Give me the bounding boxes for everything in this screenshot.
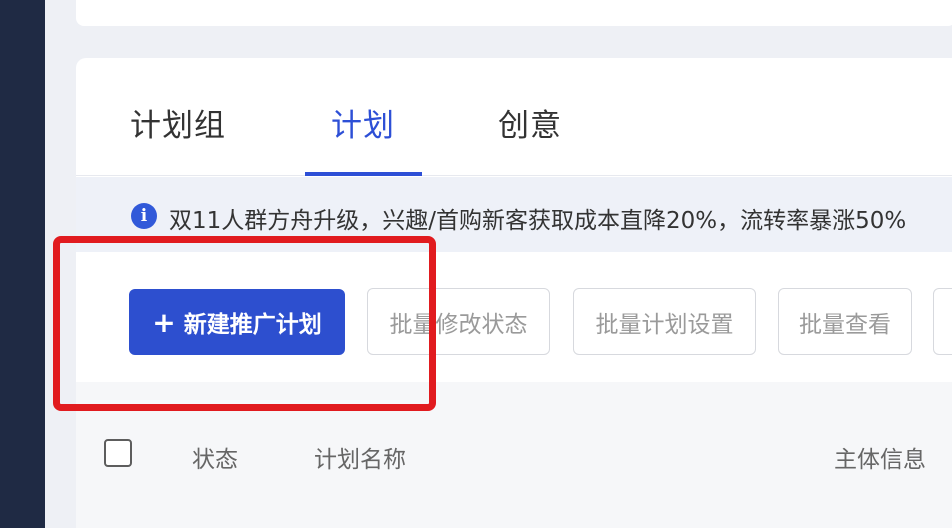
tab-plan[interactable]: 计划: [331, 100, 395, 145]
table-header: 状态 计划名称 主体信息: [76, 382, 952, 528]
tab-bar: 计划组 计划 创意: [76, 58, 952, 176]
active-tab-indicator: [305, 172, 422, 176]
column-status: 状态: [192, 447, 238, 473]
sidebar: [0, 0, 45, 528]
batch-view-button[interactable]: 批量查看: [778, 288, 912, 355]
top-panel: [76, 0, 952, 26]
batch-status-button[interactable]: 批量修改状态: [367, 288, 550, 355]
batch-settings-button[interactable]: 批量计划设置: [573, 288, 756, 355]
plan-panel: 计划组 计划 创意 i 双11人群方舟升级，兴趣/首购新客获取成本直降20%，流…: [76, 58, 952, 528]
plus-icon: +: [152, 305, 176, 339]
notice-text[interactable]: 双11人群方舟升级，兴趣/首购新客获取成本直降20%，流转率暴涨50%: [169, 201, 906, 235]
select-all-checkbox[interactable]: [104, 439, 132, 467]
tab-creative[interactable]: 创意: [498, 100, 562, 145]
info-icon: i: [131, 203, 157, 229]
more-batch-button[interactable]: 批: [933, 288, 952, 355]
column-subject-info: 主体信息: [834, 447, 926, 473]
notice-banner: i 双11人群方舟升级，兴趣/首购新客获取成本直降20%，流转率暴涨50%: [76, 177, 952, 252]
tab-plan-group[interactable]: 计划组: [130, 100, 226, 145]
new-plan-button[interactable]: + 新建推广计划: [129, 289, 345, 355]
column-plan-name: 计划名称: [314, 447, 406, 473]
new-plan-label: 新建推广计划: [183, 312, 322, 338]
action-toolbar: + 新建推广计划 批量修改状态 批量计划设置 批量查看 批: [76, 252, 952, 382]
